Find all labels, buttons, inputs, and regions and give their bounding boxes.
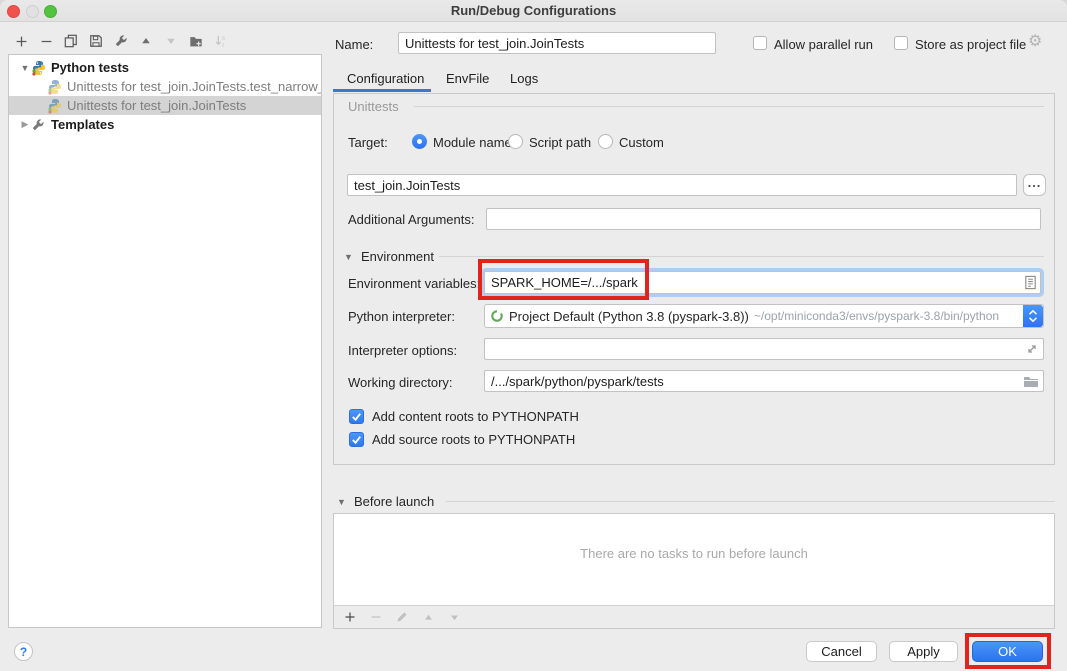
python-tests-icon	[31, 60, 47, 76]
configurations-tree: ▼ Python tests	[8, 54, 322, 628]
name-label: Name:	[335, 37, 373, 52]
unittests-group-title: Unittests	[348, 99, 399, 114]
copy-icon[interactable]	[64, 34, 78, 48]
additional-arguments-label: Additional Arguments:	[348, 212, 474, 227]
edit-task-icon[interactable]	[395, 610, 409, 624]
move-task-up-icon[interactable]	[421, 610, 435, 624]
working-directory-input[interactable]	[484, 370, 1044, 392]
add-source-roots-label: Add source roots to PYTHONPATH	[372, 432, 575, 447]
allow-parallel-run-label: Allow parallel run	[774, 37, 873, 52]
sort-icon[interactable]: az	[214, 34, 228, 48]
combo-arrows-icon[interactable]	[1023, 305, 1043, 327]
configurations-toolbar: az	[14, 34, 228, 48]
radio-module-name[interactable]	[412, 134, 427, 149]
browse-button[interactable]: ...	[1023, 174, 1046, 196]
new-folder-icon[interactable]	[189, 34, 203, 48]
active-tab-underline	[333, 89, 431, 92]
module-name-input[interactable]	[347, 174, 1017, 196]
tab-logs[interactable]: Logs	[510, 71, 538, 86]
help-button[interactable]: ?	[14, 642, 33, 661]
before-launch-empty-text: There are no tasks to run before launch	[334, 546, 1054, 561]
move-task-down-icon[interactable]	[447, 610, 461, 624]
before-launch-title: Before launch	[354, 494, 434, 509]
move-up-icon[interactable]	[139, 34, 153, 48]
interpreter-options-label: Interpreter options:	[348, 343, 457, 358]
environment-group-title: Environment	[361, 249, 434, 264]
add-source-roots-checkbox[interactable]	[349, 432, 364, 447]
svg-text:a: a	[222, 35, 225, 41]
run-debug-configurations-dialog: Run/Debug Configurations az ▼	[0, 0, 1067, 671]
divider	[446, 501, 1055, 502]
tree-item-label: Python tests	[51, 60, 129, 75]
save-icon[interactable]	[89, 34, 103, 48]
store-as-project-file-label: Store as project file	[915, 37, 1026, 52]
expand-field-icon[interactable]	[1025, 342, 1040, 357]
window-title: Run/Debug Configurations	[0, 3, 1067, 18]
tree-item-label: Unittests for test_join.JoinTests.test_n…	[67, 79, 322, 94]
environment-variables-label: Environment variables:	[348, 276, 480, 291]
tree-item-unittests-test-narrow[interactable]: Unittests for test_join.JoinTests.test_n…	[9, 77, 321, 96]
tree-item-python-tests[interactable]: ▼ Python tests	[9, 58, 321, 77]
python-interpreter-value: Project Default (Python 3.8 (pyspark-3.8…	[509, 309, 749, 324]
working-directory-label: Working directory:	[348, 375, 453, 390]
templates-wrench-icon	[31, 117, 47, 133]
remove-icon[interactable]	[39, 34, 53, 48]
add-icon[interactable]	[14, 34, 28, 48]
name-input[interactable]	[398, 32, 716, 54]
chevron-down-icon[interactable]: ▼	[19, 63, 31, 73]
target-label: Target:	[348, 135, 388, 150]
tree-item-label: Templates	[51, 117, 114, 132]
python-interpreter-path: ~/opt/miniconda3/envs/pyspark-3.8/bin/py…	[754, 309, 999, 323]
edit-templates-icon[interactable]	[114, 34, 128, 48]
environment-collapse-icon[interactable]: ▼	[344, 252, 353, 262]
radio-custom-label: Custom	[619, 135, 664, 150]
additional-arguments-input[interactable]	[486, 208, 1041, 230]
apply-button[interactable]: Apply	[889, 641, 958, 662]
tree-item-label: Unittests for test_join.JoinTests	[67, 98, 246, 113]
add-task-icon[interactable]	[343, 610, 357, 624]
python-interpreter-label: Python interpreter:	[348, 309, 455, 324]
divider	[414, 106, 1044, 107]
before-launch-collapse-icon[interactable]: ▼	[337, 497, 346, 507]
tree-item-unittests-jointests[interactable]: Unittests for test_join.JoinTests	[9, 96, 321, 115]
chevron-right-icon[interactable]: ▶	[19, 119, 31, 130]
add-content-roots-checkbox[interactable]	[349, 409, 364, 424]
svg-text:z: z	[222, 42, 225, 48]
remove-task-icon[interactable]	[369, 610, 383, 624]
before-launch-list: There are no tasks to run before launch	[333, 513, 1055, 629]
python-tests-icon	[47, 79, 63, 95]
tab-envfile[interactable]: EnvFile	[446, 71, 489, 86]
tree-item-templates[interactable]: ▶ Templates	[9, 115, 321, 134]
before-launch-toolbar	[334, 605, 1054, 628]
radio-custom[interactable]	[598, 134, 613, 149]
allow-parallel-run-checkbox[interactable]	[753, 36, 767, 50]
interpreter-options-input[interactable]	[484, 338, 1044, 360]
radio-script-path[interactable]	[508, 134, 523, 149]
configuration-tab-panel: Unittests Target: Module name Script pat…	[333, 93, 1055, 465]
store-as-project-file-checkbox[interactable]	[894, 36, 908, 50]
titlebar: Run/Debug Configurations	[0, 0, 1067, 22]
gear-icon[interactable]: ⚙	[1028, 34, 1042, 50]
divider	[439, 256, 1044, 257]
add-content-roots-label: Add content roots to PYTHONPATH	[372, 409, 579, 424]
browse-variables-icon[interactable]	[1023, 275, 1038, 290]
conda-env-icon	[490, 309, 504, 323]
python-interpreter-select[interactable]: Project Default (Python 3.8 (pyspark-3.8…	[484, 304, 1044, 328]
folder-icon[interactable]	[1023, 374, 1038, 389]
environment-variables-input[interactable]	[484, 271, 1041, 294]
cancel-button[interactable]: Cancel	[806, 641, 877, 662]
move-down-icon[interactable]	[164, 34, 178, 48]
python-tests-icon	[47, 98, 63, 114]
tab-configuration[interactable]: Configuration	[347, 71, 424, 86]
radio-module-name-label: Module name	[433, 135, 512, 150]
radio-script-path-label: Script path	[529, 135, 591, 150]
ok-button[interactable]: OK	[972, 641, 1043, 662]
